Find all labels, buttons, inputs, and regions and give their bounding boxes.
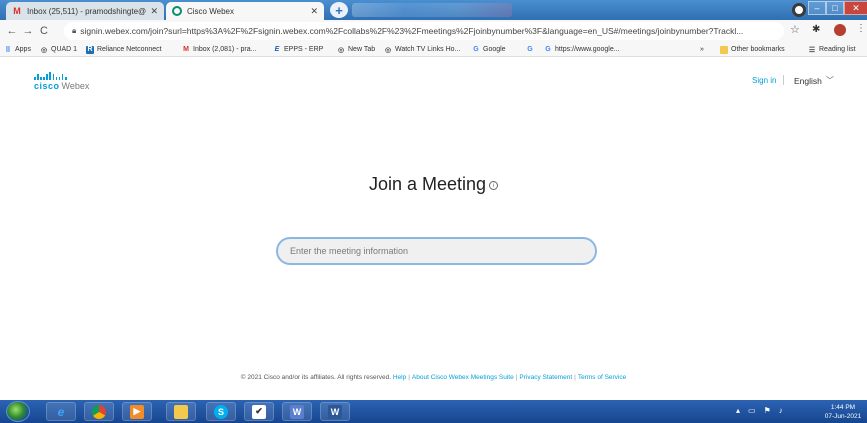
bookmark-google[interactable]: G Google <box>472 43 505 56</box>
folder-icon <box>720 45 728 54</box>
chrome-icon <box>92 404 106 419</box>
bookmark-new-tab[interactable]: ◎ New Tab <box>337 43 375 56</box>
new-tab-button[interactable]: + <box>330 2 348 18</box>
system-tray: ▴ ▭ ⚑ ♪ <box>736 406 783 415</box>
url-text: signin.webex.com/join?surl=https%3A%2F%2… <box>80 26 744 36</box>
bookmark-quad1[interactable]: ◎ QUAD 1 <box>40 43 77 56</box>
bookmark-other[interactable]: Other bookmarks <box>720 43 785 56</box>
bookmark-google-url[interactable]: Ghttps://www.google... <box>544 43 619 56</box>
tab-title: Inbox (25,511) - pramodshingte@ <box>27 6 147 16</box>
bookmark-watch-tv[interactable]: ◎ Watch TV Links Ho... <box>384 43 460 56</box>
chevron-down-icon: ﹀ <box>825 76 834 85</box>
language-selector[interactable]: English ﹀ <box>794 75 834 86</box>
taskbar-chrome[interactable] <box>84 402 114 421</box>
close-window-button[interactable]: ✕ <box>844 1 867 15</box>
internet-explorer-icon: e <box>57 404 65 419</box>
taskbar-app[interactable]: W <box>282 402 312 421</box>
more-menu-icon[interactable]: ⋮ <box>856 23 866 34</box>
reliance-icon: R <box>86 45 94 54</box>
tab-title: Cisco Webex <box>187 6 234 16</box>
tab-gmail-inbox[interactable]: M Inbox (25,511) - pramodshingte@ ✕ <box>6 2 164 20</box>
taskbar-skype[interactable]: S <box>206 402 236 421</box>
browser-tab-strip: M Inbox (25,511) - pramodshingte@ ✕ Cisc… <box>0 0 867 20</box>
bookmarks-overflow[interactable]: » <box>700 43 704 56</box>
cisco-bars-icon <box>34 72 89 80</box>
media-player-icon: ▶ <box>130 404 144 419</box>
privacy-link[interactable]: Privacy Statement <box>519 374 572 381</box>
forward-arrow-icon[interactable]: → <box>20 25 36 37</box>
taskbar-media[interactable]: ▶ <box>122 402 152 421</box>
bookmarks-bar: ⠿ Apps ◎ QUAD 1 R Reliance Netconnect M Inbo… <box>0 42 867 57</box>
browser-toolbar: ← → C 🔒︎ signin.webex.com/join?surl=http… <box>0 20 867 42</box>
meeting-info-input[interactable] <box>276 237 597 265</box>
language-label: English <box>794 75 822 86</box>
start-button[interactable] <box>6 401 30 422</box>
bookmark-apps[interactable]: ⠿ Apps <box>4 43 31 56</box>
checkbox-icon: ✔ <box>252 404 266 419</box>
tray-arrow-icon[interactable]: ▴ <box>736 406 740 415</box>
globe-icon: ◎ <box>384 46 392 54</box>
epps-icon: E <box>274 46 280 53</box>
taskbar-explorer[interactable] <box>166 402 196 421</box>
network-icon[interactable]: ▭ <box>748 406 756 415</box>
flag-icon[interactable]: ⚑ <box>764 406 771 415</box>
cisco-webex-logo: cisco Webex <box>34 72 89 91</box>
clock-time: 1:44 PM <box>830 404 856 411</box>
taskbar-clock[interactable]: 1:44 PM 07-Jun-2021 <box>823 403 863 421</box>
minimize-window-button[interactable]: – <box>808 1 826 15</box>
webex-icon <box>172 6 182 16</box>
reload-icon[interactable]: C <box>36 25 52 37</box>
volume-icon[interactable]: ♪ <box>779 406 783 415</box>
folder-icon <box>174 404 188 419</box>
taskbar-word[interactable]: W <box>320 402 350 421</box>
lock-icon: 🔒︎ <box>72 26 77 35</box>
reading-list[interactable]: ☰ Reading list <box>808 43 856 56</box>
info-icon[interactable]: i <box>489 180 499 190</box>
bookmark-epps[interactable]: E EPPS - ERP <box>273 43 324 56</box>
google-icon: G <box>527 46 533 53</box>
extensions-puzzle-icon[interactable]: ✱ <box>812 24 820 35</box>
reading-list-icon: ☰ <box>808 46 816 54</box>
help-link[interactable]: Help <box>393 374 406 381</box>
blurred-tab-area <box>352 3 512 17</box>
bookmark-reliance[interactable]: R Reliance Netconnect <box>86 43 162 56</box>
bookmark-gmail[interactable]: M Inbox (2,081) - pra... <box>182 43 256 56</box>
apps-grid-icon: ⠿ <box>5 46 11 54</box>
address-bar[interactable]: 🔒︎ signin.webex.com/join?surl=https%3A%2… <box>64 22 784 40</box>
google-icon: G <box>545 46 551 53</box>
back-arrow-icon[interactable]: ← <box>4 25 20 37</box>
word-icon: W <box>328 404 342 419</box>
sign-in-link[interactable]: Sign in <box>752 76 776 85</box>
header-divider <box>783 75 784 85</box>
profile-avatar[interactable] <box>834 24 846 36</box>
globe-icon: ◎ <box>40 46 48 54</box>
bookmark-google-2[interactable]: G <box>526 43 537 56</box>
copyright-text: © 2021 Cisco and/or its affiliates. All … <box>240 374 392 381</box>
tab-cisco-webex[interactable]: Cisco Webex ✕ <box>166 2 324 20</box>
google-icon: G <box>473 46 479 53</box>
globe-icon: ◎ <box>337 46 345 54</box>
close-tab-icon[interactable]: ✕ <box>310 6 318 17</box>
page-footer: © 2021 Cisco and/or its affiliates. All … <box>240 374 627 381</box>
close-tab-icon[interactable]: ✕ <box>150 6 158 17</box>
maximize-window-button[interactable]: □ <box>826 1 844 15</box>
profile-switch-icon[interactable] <box>792 1 806 17</box>
logo-webex-text: Webex <box>61 81 90 91</box>
logo-cisco-text: cisco <box>34 81 60 91</box>
app-icon: W <box>290 404 304 419</box>
gmail-icon: M <box>183 46 189 53</box>
bookmark-star-icon[interactable]: ☆ <box>790 23 800 36</box>
about-link[interactable]: About Cisco Webex Meetings Suite <box>412 374 514 381</box>
terms-link[interactable]: Terms of Service <box>578 374 626 381</box>
page-title: Join a Meeting i <box>0 174 867 195</box>
clock-date: 07-Jun-2021 <box>824 413 862 420</box>
taskbar-ie[interactable]: e <box>46 402 76 421</box>
skype-icon: S <box>214 404 228 419</box>
taskbar-checklist[interactable]: ✔ <box>244 402 274 421</box>
windows-taskbar: e ▶ S ✔ W W ▴ ▭ ⚑ ♪ 1:44 PM 07-Jun-2021 <box>0 400 867 423</box>
gmail-icon: M <box>13 6 21 16</box>
